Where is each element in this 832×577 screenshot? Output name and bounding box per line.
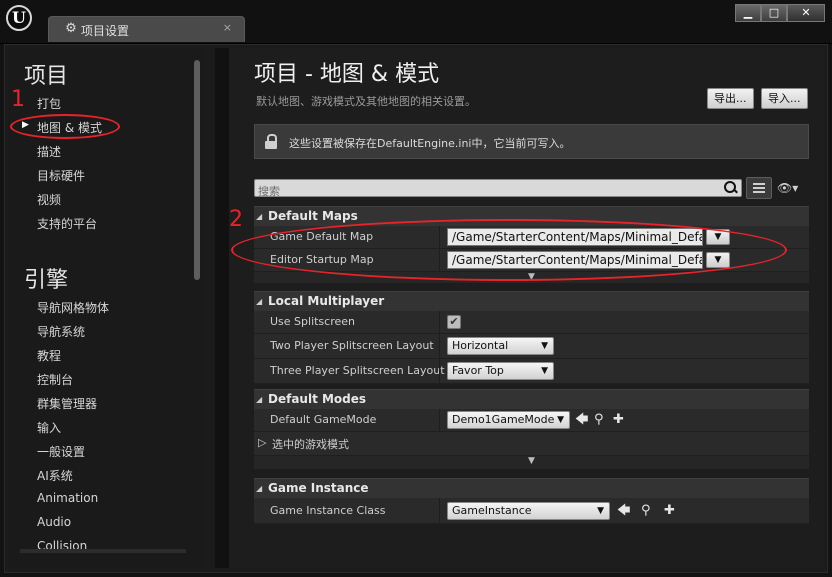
three-player-layout-select[interactable]: Favor Top ▼: [447, 362, 554, 380]
row-selected-gamemode[interactable]: ▷ 选中的游戏模式: [254, 432, 809, 456]
sidebar-item-console[interactable]: 控制台: [37, 371, 73, 388]
tab-close-icon[interactable]: ×: [223, 21, 232, 34]
row-use-splitscreen: Use Splitscreen ✔: [254, 311, 809, 334]
sidebar-horizontal-scrollbar[interactable]: [20, 549, 186, 553]
sidebar-item-navmesh[interactable]: 导航网格物体: [37, 299, 109, 316]
use-selected-arrow-icon[interactable]: 🡄: [617, 503, 630, 519]
notice-text: 这些设置被保存在DefaultEngine.ini中，它当前可写入。: [289, 137, 571, 150]
sidebar-item-target-hardware[interactable]: 目标硬件: [37, 167, 85, 184]
add-plus-icon[interactable]: ✚: [664, 503, 675, 519]
maximize-button[interactable]: □: [761, 4, 787, 22]
browse-search-icon[interactable]: ⚲: [594, 412, 604, 428]
use-splitscreen-checkbox[interactable]: ✔: [447, 315, 461, 329]
sidebar-item-tutorials[interactable]: 教程: [37, 347, 61, 364]
sidebar-item-crowd-manager[interactable]: 群集管理器: [37, 395, 97, 412]
row-two-player-layout: Two Player Splitscreen Layout Horizontal…: [254, 334, 809, 359]
game-instance-class-select[interactable]: GameInstance ▼: [447, 502, 610, 520]
sidebar-item-animation[interactable]: Animation: [37, 491, 98, 505]
default-gamemode-label: Default GameMode: [270, 413, 377, 426]
annotation-ellipse-2: [231, 219, 787, 281]
gear-icon: ⚙: [65, 21, 77, 36]
column-divider: [439, 311, 440, 333]
sidebar-item-description[interactable]: 描述: [37, 143, 61, 160]
sidebar-item-movies[interactable]: 视频: [37, 191, 61, 208]
minimize-button[interactable]: ▁: [735, 4, 761, 22]
search-input[interactable]: [255, 183, 715, 200]
sidebar-item-ai-system[interactable]: AI系统: [37, 467, 73, 484]
config-notice: 这些设置被保存在DefaultEngine.ini中，它当前可写入。: [254, 124, 809, 159]
export-button[interactable]: 导出...: [707, 88, 754, 109]
use-splitscreen-label: Use Splitscreen: [270, 315, 356, 328]
import-button[interactable]: 导入...: [761, 88, 808, 109]
section-default-modes: Default Modes Default GameMode Demo1Game…: [254, 389, 809, 469]
three-player-layout-value: Favor Top: [452, 364, 504, 377]
annotation-marker-2: 2: [229, 207, 243, 232]
unreal-logo-icon[interactable]: U: [6, 5, 32, 31]
section-header-local-multiplayer[interactable]: Local Multiplayer: [254, 291, 809, 311]
column-divider: [439, 498, 440, 523]
annotation-ellipse-1: [10, 114, 120, 139]
section-header-default-modes[interactable]: Default Modes: [254, 389, 809, 409]
column-divider: [439, 359, 440, 383]
annotation-marker-1: 1: [11, 87, 25, 112]
search-icon[interactable]: [724, 181, 738, 195]
sidebar-heading-project: 项目: [24, 64, 69, 89]
window-controls: ▁ □ ✕: [735, 4, 825, 22]
lock-icon: [265, 134, 277, 149]
game-instance-class-label: Game Instance Class: [270, 504, 386, 517]
three-player-layout-label: Three Player Splitscreen Layout: [270, 364, 445, 377]
settings-content: 项目 - 地图 & 模式 默认地图、游戏模式及其他地图的相关设置。 导出... …: [229, 48, 824, 568]
game-instance-class-value: GameInstance: [452, 504, 532, 517]
tab-label: 项目设置: [81, 24, 130, 38]
two-player-layout-label: Two Player Splitscreen Layout: [270, 339, 434, 352]
add-plus-icon[interactable]: ✚: [613, 412, 624, 428]
sidebar-scrollbar[interactable]: [194, 60, 200, 280]
expand-arrow-icon[interactable]: ▷: [258, 436, 266, 449]
chevron-down-icon: ▼: [541, 366, 548, 376]
chevron-down-icon: ▼: [541, 341, 548, 351]
sidebar-item-input[interactable]: 输入: [37, 419, 61, 436]
column-divider: [439, 409, 440, 431]
title-bar: U ⚙ 项目设置 × ▁ □ ✕: [0, 0, 832, 44]
sidebar-item-navigation-system[interactable]: 导航系统: [37, 323, 85, 340]
close-window-button[interactable]: ✕: [787, 4, 825, 22]
chevron-down-icon: ▼: [557, 415, 564, 425]
column-divider: [439, 334, 440, 358]
row-game-instance-class: Game Instance Class GameInstance ▼ 🡄 ⚲ ✚: [254, 498, 809, 524]
section-local-multiplayer: Local Multiplayer Use Splitscreen ✔ Two …: [254, 291, 809, 384]
sidebar-heading-engine: 引擎: [24, 268, 69, 293]
default-gamemode-value: Demo1GameMode: [452, 413, 555, 426]
row-three-player-layout: Three Player Splitscreen Layout Favor To…: [254, 359, 809, 384]
tab-project-settings[interactable]: ⚙ 项目设置 ×: [48, 16, 245, 42]
grid-view-button[interactable]: [746, 177, 772, 199]
sidebar-item-supported-platforms[interactable]: 支持的平台: [37, 215, 97, 232]
default-gamemode-select[interactable]: Demo1GameMode ▼: [447, 411, 570, 429]
search-bar: [254, 179, 742, 200]
advanced-expander[interactable]: ▼: [254, 456, 809, 469]
two-player-layout-select[interactable]: Horizontal ▼: [447, 337, 554, 355]
row-default-gamemode: Default GameMode Demo1GameMode ▼ 🡄 ⚲ ✚: [254, 409, 809, 432]
sidebar-item-audio[interactable]: Audio: [37, 515, 71, 529]
chevron-down-icon: ▼: [597, 506, 604, 516]
section-header-game-instance[interactable]: Game Instance: [254, 478, 809, 498]
two-player-layout-value: Horizontal: [452, 339, 509, 352]
panel-splitter[interactable]: [215, 48, 229, 568]
view-options-eye-icon[interactable]: 👁▾: [777, 181, 798, 195]
page-subtitle: 默认地图、游戏模式及其他地图的相关设置。: [256, 95, 476, 108]
selected-gamemode-label: 选中的游戏模式: [272, 438, 349, 451]
browse-search-icon[interactable]: ⚲: [641, 503, 651, 519]
page-title: 项目 - 地图 & 模式: [254, 62, 440, 87]
sidebar-item-packaging[interactable]: 打包: [37, 95, 61, 112]
section-game-instance: Game Instance Game Instance Class GameIn…: [254, 478, 809, 524]
sidebar-item-general-settings[interactable]: 一般设置: [37, 443, 85, 460]
use-selected-arrow-icon[interactable]: 🡄: [575, 412, 588, 428]
